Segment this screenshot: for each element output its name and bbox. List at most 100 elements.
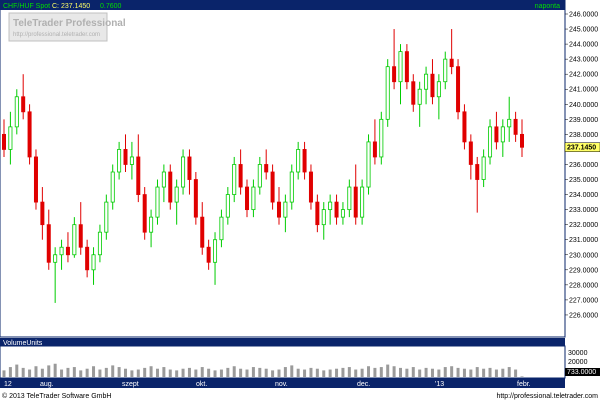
volume-bar	[328, 369, 332, 377]
candle-body	[181, 156, 186, 188]
watermark-url: http://professional.teletrader.com	[13, 32, 100, 38]
candle-body	[117, 149, 122, 173]
volume-bar	[367, 366, 371, 377]
y-tick-label: 236.0000	[569, 162, 598, 169]
x-tick-label: szept	[122, 381, 139, 388]
candle-body	[315, 201, 320, 226]
candle-body	[347, 186, 352, 211]
volume-bar	[360, 368, 364, 377]
volume-bar	[296, 368, 300, 377]
volume-bar	[21, 367, 25, 377]
candle-body	[219, 216, 224, 241]
candle-body	[193, 179, 198, 218]
candle-body	[308, 171, 313, 203]
candle-body	[424, 73, 429, 90]
candle-body	[513, 118, 518, 135]
y-tick-label: 241.0000	[569, 87, 598, 94]
volume-bar	[290, 365, 294, 377]
candle-body	[206, 246, 211, 263]
candle-body	[161, 171, 166, 188]
volume-bar	[469, 369, 473, 377]
candle-body	[8, 126, 13, 150]
candle-body	[443, 58, 448, 83]
volume-bar	[226, 367, 230, 377]
volume-bar	[392, 366, 396, 377]
x-tick-label: nov.	[275, 381, 288, 388]
candle-body	[520, 133, 525, 148]
volume-bar	[251, 367, 255, 377]
candle-body	[379, 118, 384, 158]
volume-bar	[53, 363, 57, 377]
volume-bar	[143, 367, 147, 377]
volume-bar	[15, 364, 19, 377]
volume-bar	[488, 367, 492, 377]
close-label: C: 237.1450	[52, 3, 90, 10]
candle-body	[398, 51, 403, 83]
candle-body	[149, 216, 154, 233]
candle-body	[21, 96, 26, 113]
volume-bar	[40, 368, 44, 377]
candle-body	[65, 246, 70, 256]
volume-bar	[111, 365, 115, 377]
volume-bar	[386, 364, 390, 377]
volume-bar	[2, 370, 6, 377]
volume-bar	[149, 366, 153, 377]
candle-body	[385, 66, 390, 120]
volume-plot-area	[0, 345, 566, 379]
candle-body	[59, 246, 64, 256]
volume-bar	[424, 367, 428, 377]
volume-bar	[482, 368, 486, 377]
watermark-brand: TeleTrader Professional	[13, 18, 126, 29]
volume-bar	[437, 369, 441, 377]
candle-body	[187, 156, 192, 180]
y-tick-label: 244.0000	[569, 42, 598, 49]
volume-header	[0, 338, 565, 346]
price-plot-area	[0, 0, 566, 338]
candle-body	[174, 186, 179, 203]
candle-body	[40, 201, 45, 226]
candle-body	[2, 133, 7, 150]
candle-body	[462, 111, 467, 143]
candle-body	[78, 224, 83, 248]
volume-bar	[28, 369, 32, 377]
y-tick-label: 228.0000	[569, 282, 598, 289]
candle-body	[334, 201, 339, 218]
x-tick-label: 12	[4, 381, 12, 388]
y-tick-label: 231.0000	[569, 237, 598, 244]
candle-body	[302, 149, 307, 173]
volume-bar	[271, 370, 275, 377]
candle-body	[136, 156, 141, 195]
volume-bar	[277, 369, 281, 377]
volume-bar	[79, 370, 83, 377]
candle-body	[392, 66, 397, 83]
volume-bar	[475, 367, 479, 377]
candle-body	[168, 171, 173, 203]
candle-body	[33, 156, 38, 203]
candle-body	[500, 126, 505, 143]
volume-bar	[462, 368, 466, 377]
volume-bar	[200, 367, 204, 377]
candle-body	[53, 254, 58, 263]
volume-bar	[72, 367, 76, 377]
volume-bar	[66, 367, 70, 377]
candle-body	[225, 194, 230, 218]
candle-body	[488, 126, 493, 158]
y-tick-label: 234.0000	[569, 192, 598, 199]
volume-bar	[341, 367, 345, 377]
volume-bar	[175, 370, 179, 377]
candle-body	[97, 231, 102, 256]
volume-bar	[450, 366, 454, 377]
candle-body	[257, 164, 262, 188]
y-tick-label: 230.0000	[569, 252, 598, 259]
candle-body	[213, 239, 218, 263]
candle-body	[110, 171, 115, 203]
volume-bar	[520, 376, 524, 377]
candle-body	[481, 156, 486, 180]
y-tick-label: 245.0000	[569, 27, 598, 34]
candle-body	[404, 51, 409, 83]
volume-bar	[8, 367, 12, 377]
y-tick-label: 239.0000	[569, 117, 598, 124]
y-tick-label: 227.0000	[569, 297, 598, 304]
candle-body	[468, 141, 473, 165]
volume-bar	[264, 368, 268, 377]
